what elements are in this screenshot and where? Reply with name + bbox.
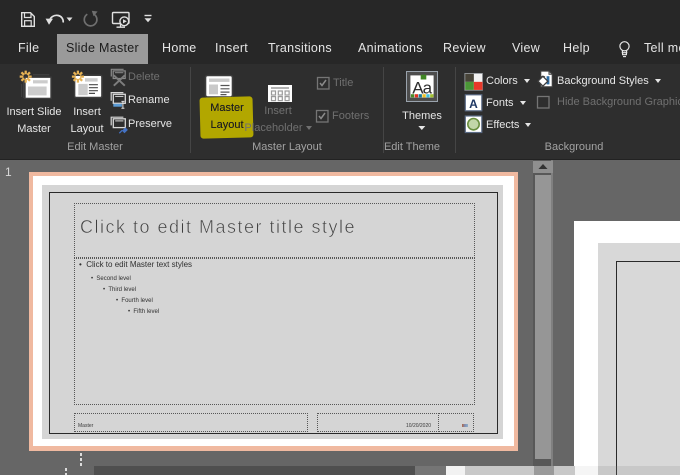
svg-text:A: A (469, 97, 478, 111)
